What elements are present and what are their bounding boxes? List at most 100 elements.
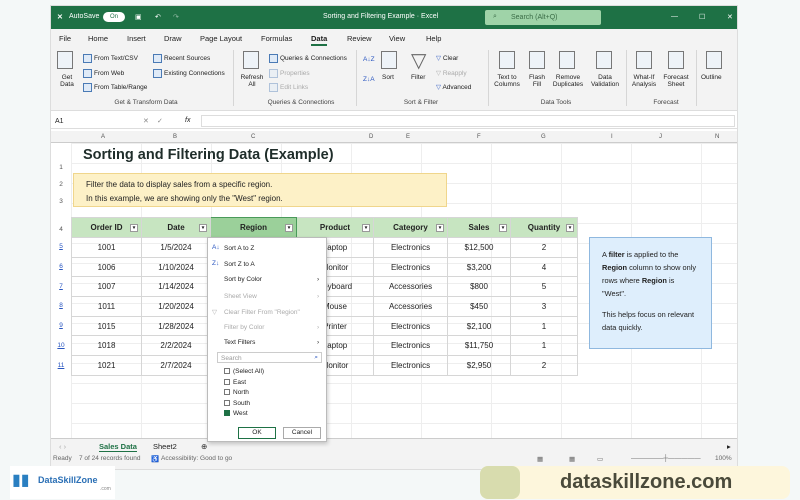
filter-dropdown-icon[interactable]: ▾ bbox=[362, 224, 370, 232]
clear-button[interactable]: ▽ Clear bbox=[436, 54, 458, 62]
table-cell[interactable]: $11,750 bbox=[447, 335, 511, 357]
row-header[interactable]: 9 bbox=[51, 322, 71, 329]
filter-dropdown-icon[interactable]: ▾ bbox=[199, 224, 207, 232]
maximize-button[interactable]: ☐ bbox=[699, 13, 705, 21]
row-header[interactable]: 5 bbox=[51, 243, 71, 250]
table-cell[interactable]: Electronics bbox=[373, 315, 448, 337]
table-cell[interactable]: 1011 bbox=[71, 296, 142, 317]
column-b[interactable]: B bbox=[173, 134, 177, 140]
normal-view-icon[interactable]: ▦ bbox=[537, 455, 543, 463]
table-cell[interactable]: 2 bbox=[510, 237, 578, 258]
checkbox-icon[interactable] bbox=[224, 399, 230, 406]
filter-search-input[interactable]: Search ⌕ bbox=[217, 352, 322, 363]
filter-option[interactable]: South bbox=[224, 400, 250, 407]
tab-help[interactable]: Help bbox=[426, 34, 441, 43]
column-j[interactable]: J bbox=[659, 134, 662, 140]
status-accessibility[interactable]: Accessibility: Good to go bbox=[161, 455, 232, 462]
row-header-4[interactable]: 4 bbox=[51, 226, 71, 233]
column-c[interactable]: C bbox=[251, 134, 255, 140]
row-header-2[interactable]: 2 bbox=[51, 181, 71, 188]
from-web-button[interactable]: From Web bbox=[83, 69, 124, 78]
queries-connections-button[interactable]: Queries & Connections bbox=[269, 54, 347, 63]
menu-sort-z-a[interactable]: Sort Z to A bbox=[224, 261, 255, 268]
column-d[interactable]: D bbox=[369, 134, 373, 140]
from-table-button[interactable]: From Table/Range bbox=[83, 83, 147, 92]
menu-sheet-view[interactable]: Sheet View › bbox=[224, 293, 319, 300]
table-cell[interactable]: Electronics bbox=[373, 256, 448, 278]
table-cell[interactable]: 1 bbox=[510, 315, 578, 337]
table-cell[interactable]: Accessories bbox=[373, 296, 448, 317]
table-cell[interactable]: $2,100 bbox=[447, 315, 511, 337]
scroll-right-icon[interactable]: ▸ bbox=[727, 442, 731, 451]
table-cell[interactable]: 1/14/2024 bbox=[141, 276, 211, 298]
recent-sources-button[interactable]: Recent Sources bbox=[153, 54, 210, 63]
refresh-all-button[interactable]: Refresh All bbox=[239, 74, 265, 88]
menu-sort-by-color[interactable]: Sort by Color › bbox=[224, 276, 319, 283]
tab-insert[interactable]: Insert bbox=[127, 34, 146, 43]
table-cell[interactable]: $2,950 bbox=[447, 355, 511, 376]
table-cell[interactable]: $800 bbox=[447, 276, 511, 298]
ok-button[interactable]: OK bbox=[238, 427, 276, 439]
reapply-button[interactable]: ▽ Reapply bbox=[436, 69, 467, 77]
row-header[interactable]: 8 bbox=[51, 302, 71, 309]
table-cell[interactable]: 1/20/2024 bbox=[141, 296, 211, 317]
filter-option[interactable]: West bbox=[224, 410, 248, 417]
tab-sheet2[interactable]: Sheet2 bbox=[153, 442, 177, 451]
properties-button[interactable]: Properties bbox=[269, 69, 310, 78]
minimize-button[interactable]: — bbox=[671, 13, 678, 20]
column-g[interactable]: G bbox=[541, 134, 546, 140]
from-text-button[interactable]: From Text/CSV bbox=[83, 54, 138, 63]
menu-filter-by-color[interactable]: Filter by Color › bbox=[224, 324, 319, 331]
table-cell[interactable]: 1006 bbox=[71, 256, 142, 278]
search-box[interactable]: ⌕ Search (Alt+Q) bbox=[485, 10, 601, 25]
row-header[interactable]: 6 bbox=[51, 263, 71, 270]
row-header-3[interactable]: 3 bbox=[51, 198, 71, 205]
table-cell[interactable]: 2/7/2024 bbox=[141, 355, 211, 376]
tab-page-layout[interactable]: Page Layout bbox=[200, 34, 242, 43]
tab-file[interactable]: File bbox=[59, 34, 71, 43]
forecast-sheet-button[interactable]: Forecast Sheet bbox=[661, 74, 691, 88]
enter-icon[interactable]: ✓ bbox=[157, 117, 163, 125]
scroll-left-icon[interactable]: ‹ › bbox=[59, 442, 66, 451]
column-e[interactable]: E bbox=[406, 134, 410, 140]
table-cell[interactable]: 1001 bbox=[71, 237, 142, 258]
add-sheet-icon[interactable]: ⊕ bbox=[201, 442, 207, 451]
table-cell[interactable]: Electronics bbox=[373, 335, 448, 357]
table-cell[interactable]: 2 bbox=[510, 355, 578, 376]
redo-icon[interactable]: ↷ bbox=[173, 13, 179, 21]
column-a[interactable]: A bbox=[101, 134, 105, 140]
get-data-button[interactable]: Get Data bbox=[57, 74, 77, 88]
row-header[interactable]: 10 bbox=[51, 342, 71, 349]
table-cell[interactable]: 1 bbox=[510, 335, 578, 357]
save-icon[interactable]: ▣ bbox=[135, 13, 142, 21]
table-cell[interactable]: 1/28/2024 bbox=[141, 315, 211, 337]
tab-data[interactable]: Data bbox=[311, 34, 328, 46]
table-cell[interactable]: 4 bbox=[510, 256, 578, 278]
filter-option[interactable]: East bbox=[224, 379, 246, 386]
table-cell[interactable]: $3,200 bbox=[447, 256, 511, 278]
table-cell[interactable]: 1/10/2024 bbox=[141, 256, 211, 278]
row-header[interactable]: 11 bbox=[51, 362, 71, 369]
tab-view[interactable]: View bbox=[389, 34, 405, 43]
filter-dropdown-icon[interactable]: ▾ bbox=[436, 224, 444, 232]
filter-button[interactable]: Filter bbox=[411, 74, 425, 81]
table-cell[interactable]: $450 bbox=[447, 296, 511, 317]
function-icon[interactable]: fx bbox=[185, 117, 190, 124]
formula-input[interactable] bbox=[201, 115, 735, 127]
menu-clear-filter[interactable]: Clear Filter From "Region" bbox=[224, 309, 300, 316]
what-if-button[interactable]: What-If Analysis bbox=[629, 74, 659, 88]
filter-active-icon[interactable]: ▾ bbox=[285, 224, 293, 232]
tab-formulas[interactable]: Formulas bbox=[261, 34, 292, 43]
filter-dropdown-icon[interactable]: ▾ bbox=[130, 224, 138, 232]
zoom-level[interactable]: 100% bbox=[715, 455, 732, 462]
tab-review[interactable]: Review bbox=[347, 34, 372, 43]
table-cell[interactable]: Accessories bbox=[373, 276, 448, 298]
table-cell[interactable]: 1018 bbox=[71, 335, 142, 357]
filter-option[interactable]: North bbox=[224, 389, 249, 396]
table-cell[interactable]: 1021 bbox=[71, 355, 142, 376]
tab-draw[interactable]: Draw bbox=[164, 34, 182, 43]
checkbox-icon[interactable] bbox=[224, 378, 230, 385]
edit-links-button[interactable]: Edit Links bbox=[269, 83, 308, 92]
outline-button[interactable]: Outline bbox=[701, 74, 722, 81]
column-f[interactable]: F bbox=[477, 134, 481, 140]
